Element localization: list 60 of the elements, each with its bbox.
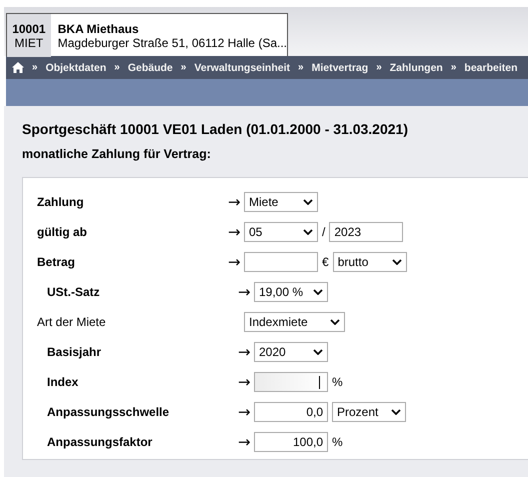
arrow-marker: → (238, 343, 251, 361)
field-label: Index (47, 375, 78, 389)
chevron-down-icon[interactable] (392, 259, 402, 265)
dropdown[interactable]: Miete (244, 192, 318, 212)
breadcrumb-link[interactable]: Mietvertrag (312, 62, 368, 74)
dropdown[interactable]: Indexmiete (244, 312, 345, 332)
field-label: Zahlung (37, 195, 84, 209)
breadcrumb-separator: » (180, 62, 186, 73)
input-field[interactable]: 100,0 (254, 432, 328, 452)
object-name: BKA Miethaus (58, 22, 140, 36)
dropdown[interactable]: brutto (332, 252, 407, 272)
field-label: Basisjahr (47, 345, 102, 359)
breadcrumb-link[interactable]: Gebäude (128, 62, 173, 74)
page-heading: Sportgeschäft 10001 VE01 Laden (01.01.2000 - 31.03.2021) (22, 120, 409, 138)
chevron-down-icon[interactable] (303, 199, 313, 205)
breadcrumb-link[interactable]: Zahlungen (390, 62, 443, 74)
input-field[interactable]: 2023 (329, 222, 404, 242)
breadcrumb-separator: » (298, 62, 304, 73)
object-type: MIET (14, 36, 44, 50)
arrow-marker: → (228, 193, 241, 211)
arrow-marker: → (228, 253, 241, 271)
unit-label: € (322, 255, 329, 269)
chevron-down-icon[interactable] (303, 229, 313, 235)
breadcrumb-separator: » (32, 62, 38, 73)
object-address: Magdeburger Straße 51, 06112 Halle (Sa... (58, 36, 287, 50)
input-field[interactable] (254, 372, 328, 392)
dropdown[interactable]: Prozent (332, 402, 406, 422)
breadcrumb-separator: » (114, 62, 120, 73)
input-field[interactable]: 0,0 (254, 402, 328, 422)
dropdown[interactable]: 19,00 % (254, 282, 328, 302)
object-code: 10001 (12, 22, 46, 36)
arrow-marker: → (238, 433, 251, 451)
section-heading: monatliche Zahlung für Vertrag: (22, 146, 212, 162)
chevron-down-icon[interactable] (330, 319, 340, 325)
input-field[interactable] (244, 252, 318, 272)
breadcrumb-separator: » (376, 62, 382, 73)
unit-label: / (322, 225, 326, 239)
arrow-marker: → (238, 283, 251, 301)
chevron-down-icon[interactable] (313, 289, 323, 295)
breadcrumb-link[interactable]: bearbeiten (464, 62, 518, 74)
field-label: gültig ab (37, 225, 87, 239)
arrow-marker: → (238, 403, 251, 421)
object-tab[interactable]: 10001 MIET BKA Miethaus Magdeburger Straße 51, 06112 Halle (Sa... (6, 13, 288, 57)
breadcrumb-separator: » (450, 62, 456, 73)
dropdown[interactable]: 2020 (254, 342, 328, 362)
arrow-marker: → (228, 223, 241, 241)
arrow-marker: → (238, 373, 251, 391)
field-label: USt.-Satz (47, 285, 100, 299)
field-label: Betrag (37, 255, 76, 269)
field-label: Anpassungsschwelle (47, 405, 170, 419)
chevron-down-icon[interactable] (391, 409, 401, 415)
chevron-down-icon[interactable] (313, 349, 323, 355)
unit-label: % (332, 435, 343, 449)
dropdown[interactable]: 05 (244, 222, 318, 242)
breadcrumb-link[interactable]: Verwaltungseinheit (194, 62, 290, 74)
home-icon[interactable] (12, 62, 24, 73)
unit-label: % (332, 375, 343, 389)
field-label: Anpassungsfaktor (47, 435, 152, 449)
field-label: Art der Miete (37, 315, 106, 329)
breadcrumb-link[interactable]: Objektdaten (46, 62, 106, 74)
